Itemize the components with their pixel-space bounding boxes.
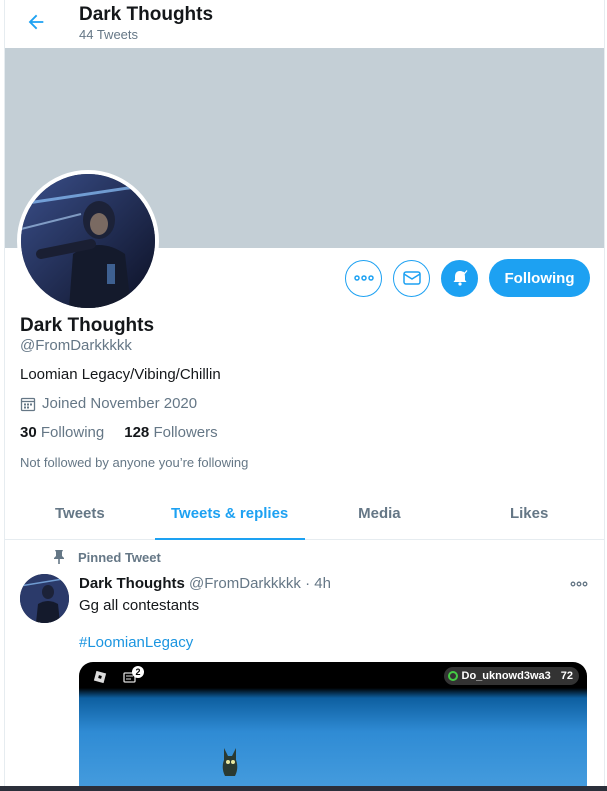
status-ring-icon: [447, 671, 458, 681]
profile-bio: Loomian Legacy/Vibing/Chillin: [20, 366, 221, 383]
tweet-avatar[interactable]: [20, 574, 69, 623]
tab-tweets[interactable]: Tweets: [5, 488, 155, 539]
followers-count-link[interactable]: 128 Followers: [124, 424, 217, 441]
followers-label: Followers: [153, 424, 218, 441]
top-bar: Dark Thoughts 44 Tweets: [5, 0, 604, 48]
player-name: Do_uknowd3wa3: [461, 670, 551, 682]
following-count: 30: [20, 424, 37, 441]
hashtag-link[interactable]: #LoomianLegacy: [79, 634, 193, 651]
page-title: Dark Thoughts: [79, 4, 214, 25]
tweet-author[interactable]: Dark Thoughts: [79, 575, 185, 592]
tweet-more-icon[interactable]: [570, 574, 588, 592]
profile-name: Dark Thoughts: [20, 315, 155, 336]
following-count-link[interactable]: 30 Following: [20, 424, 104, 441]
game-character-icon: [222, 748, 238, 776]
pin-icon: [54, 550, 64, 564]
envelope-icon: [402, 271, 421, 285]
tab-likes[interactable]: Likes: [454, 488, 604, 539]
tab-media[interactable]: Media: [305, 488, 455, 539]
tweet-header: Dark Thoughts @FromDarkkkkk · 4h: [79, 575, 331, 592]
profile-handle: @FromDarkkkkk: [20, 337, 132, 354]
pinned-indicator: Pinned Tweet: [52, 549, 161, 565]
message-button[interactable]: [393, 259, 430, 297]
chat-badge: 2: [132, 666, 144, 678]
pinned-label: Pinned Tweet: [78, 549, 161, 565]
following-button[interactable]: Following: [489, 259, 590, 297]
followers-count: 128: [124, 424, 150, 441]
profile-tabs: Tweets Tweets & replies Media Likes: [5, 488, 604, 540]
tweet-meta[interactable]: @FromDarkkkkk · 4h: [189, 575, 331, 592]
player-level: 72: [560, 670, 573, 682]
os-taskbar: [0, 786, 607, 791]
profile-column: Dark Thoughts 44 Tweets Following Dark T…: [4, 0, 605, 791]
back-arrow-icon[interactable]: [25, 11, 47, 33]
tweet-media[interactable]: 2 Do_uknowd3wa3 72: [79, 662, 587, 791]
tweet-count: 44 Tweets: [79, 27, 139, 42]
not-followed-note: Not followed by anyone you’re following: [20, 455, 249, 470]
joined-label: Joined November 2020: [42, 395, 198, 412]
calendar-icon: [20, 397, 36, 411]
game-hud-left: 2: [92, 666, 144, 686]
profile-actions: Following: [345, 258, 590, 298]
joined-date: Joined November 2020: [20, 395, 197, 412]
more-icon: [353, 275, 374, 281]
tweet-text: Gg all contestants: [79, 597, 200, 614]
player-nameplate: Do_uknowd3wa3 72: [443, 667, 579, 685]
bell-icon: [453, 270, 467, 286]
profile-avatar[interactable]: [17, 170, 159, 312]
chat-icon: 2: [122, 666, 144, 686]
roblox-icon: [93, 670, 107, 684]
notifications-button[interactable]: [441, 259, 478, 297]
follow-counts: 30 Following 128 Followers: [20, 424, 218, 441]
tab-tweets-and-replies[interactable]: Tweets & replies: [154, 488, 305, 540]
more-options-button[interactable]: [345, 259, 382, 297]
following-label: Following: [40, 424, 105, 441]
